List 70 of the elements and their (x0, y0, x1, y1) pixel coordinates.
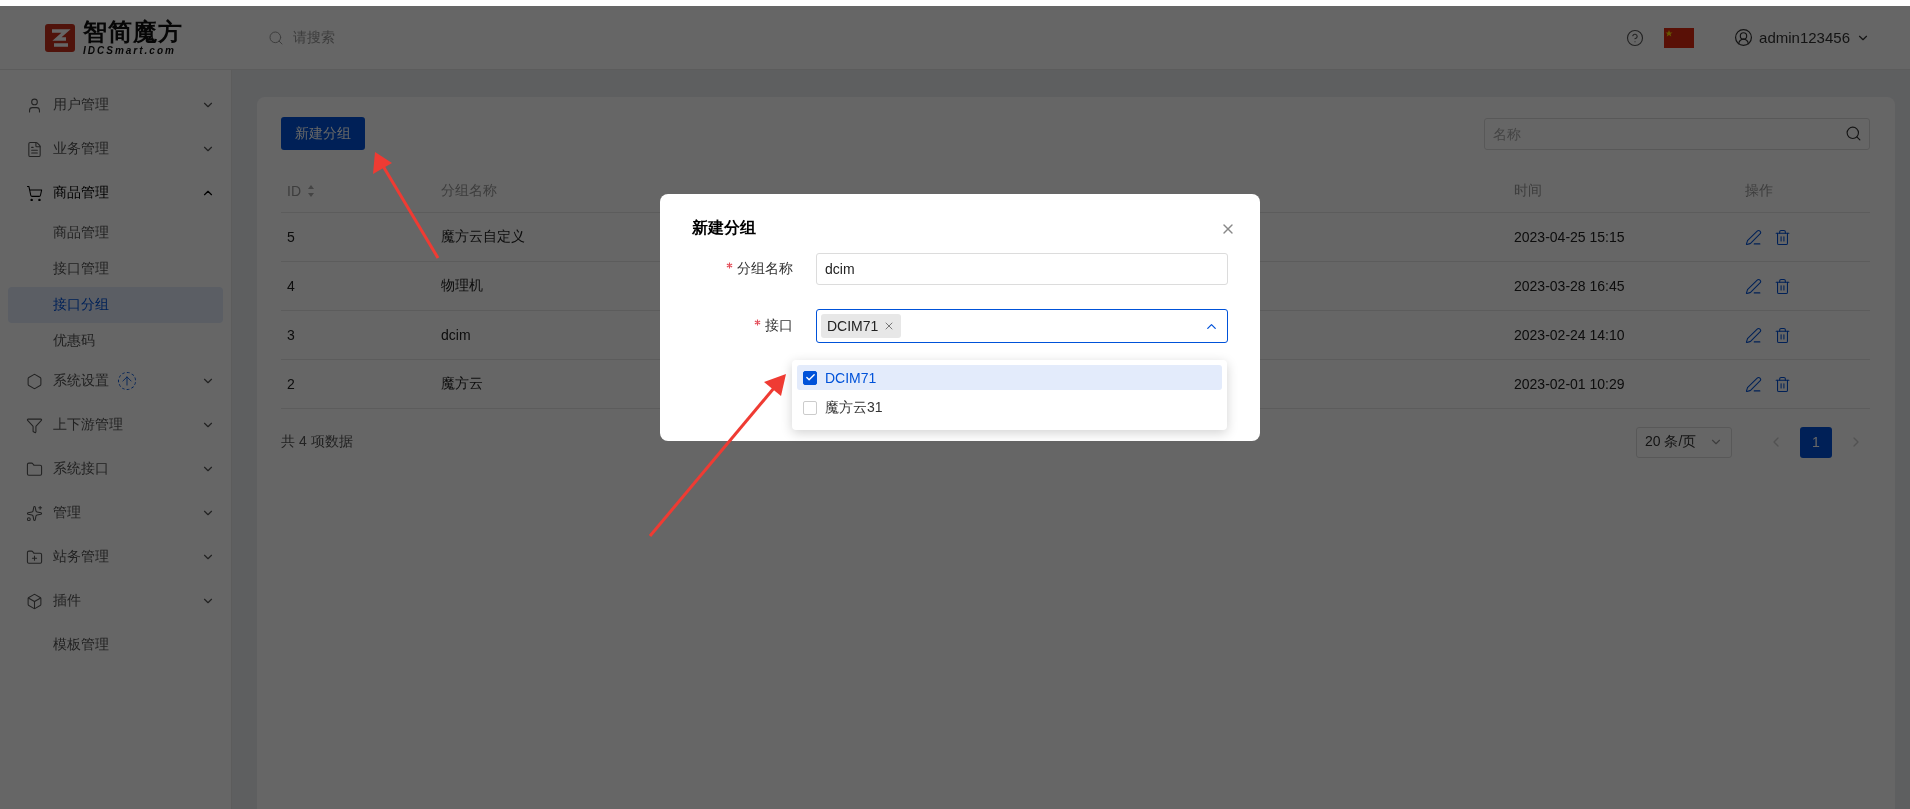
edit-button[interactable] (1745, 277, 1762, 295)
delete-button[interactable] (1774, 375, 1791, 393)
table-cell-text: 4 (286, 278, 296, 294)
sparkle-icon (26, 504, 43, 522)
search-icon[interactable] (1845, 124, 1862, 142)
table-cell-text: 2023-02-01 10:29 (1513, 376, 1626, 392)
delete-button[interactable] (1774, 326, 1791, 344)
edit-icon (1745, 375, 1762, 393)
cube-icon (26, 592, 43, 610)
field-label: 分组名称 (692, 260, 793, 278)
sidebar-item[interactable]: 用户管理 (0, 83, 231, 127)
sidebar-subitem[interactable]: 商品管理 (8, 215, 223, 251)
interface-select[interactable]: DCIM71 (816, 309, 1228, 343)
selected-tag: DCIM71 (821, 314, 902, 338)
flag-icon[interactable] (1664, 27, 1695, 48)
total-count: 共 4 项数据 (281, 433, 353, 451)
trash-icon (1774, 277, 1791, 295)
delete-button[interactable] (1774, 228, 1791, 246)
edit-icon (1745, 326, 1762, 344)
table-cell-text: 3 (286, 327, 296, 343)
sidebar-item[interactable]: 站务管理 (0, 535, 231, 579)
trash-icon (1774, 326, 1791, 344)
settings-icon (26, 372, 43, 390)
filter-icon (26, 416, 43, 434)
trash-icon (1774, 375, 1791, 393)
sidebar-item[interactable]: 模板管理 (0, 623, 231, 667)
logo-icon (45, 23, 75, 52)
table-cell-text: 5 (286, 229, 296, 245)
checkbox[interactable] (803, 370, 817, 385)
table-cell-text: 物理机 (440, 277, 484, 295)
sidebar-item[interactable]: 业务管理 (0, 127, 231, 171)
field-label: 接口 (692, 317, 793, 335)
sidebar-item[interactable]: 管理 (0, 491, 231, 535)
user-avatar-icon (1734, 28, 1754, 47)
edit-icon (1745, 228, 1762, 246)
trash-icon (1774, 228, 1791, 246)
dropdown-option[interactable]: DCIM71 (797, 365, 1222, 390)
page-size-select[interactable]: 20 条/页 (1636, 426, 1732, 458)
cart-icon (26, 184, 43, 202)
new-group-button[interactable]: 新建分组 (281, 117, 365, 150)
search-icon[interactable] (268, 29, 284, 46)
logo-title: 智简魔方 (83, 19, 183, 44)
table-cell-text: 2 (286, 376, 296, 392)
folder-plus-icon (26, 548, 43, 566)
edit-button[interactable] (1745, 228, 1762, 246)
page-button[interactable]: 1 (1800, 426, 1832, 458)
document-icon (26, 140, 43, 158)
edit-button[interactable] (1745, 375, 1762, 393)
table-cell-text: dcim (440, 327, 472, 343)
user-menu[interactable]: admin123456 (1734, 28, 1870, 47)
table-cell-text: 魔方云 (440, 375, 484, 393)
delete-button[interactable] (1774, 277, 1791, 295)
dialog-title: 新建分组 (692, 218, 756, 238)
sidebar-subitem[interactable]: 接口分组 (8, 287, 223, 323)
table-cell-text: 魔方云自定义 (440, 228, 526, 246)
sidebar-subitem[interactable]: 优惠码 (8, 323, 223, 359)
table-cell-text: 2023-02-24 14:10 (1513, 327, 1626, 343)
folder-icon (26, 460, 43, 478)
help-icon[interactable] (1626, 28, 1645, 47)
sidebar-item[interactable]: 插件 (0, 579, 231, 623)
table-cell-text: 2023-03-28 16:45 (1513, 278, 1626, 294)
group-name-input[interactable]: dcim (816, 253, 1228, 285)
logo-subtitle: IDCSmart.com (83, 45, 177, 56)
edit-button[interactable] (1745, 326, 1762, 344)
edit-icon (1745, 277, 1762, 295)
sort-icon[interactable] (307, 184, 315, 198)
sidebar-item[interactable]: 系统设置 (0, 359, 231, 403)
user-icon (26, 96, 43, 114)
table-cell-text: 2023-04-25 15:15 (1513, 229, 1626, 245)
sidebar-item[interactable]: 商品管理 (0, 171, 231, 215)
